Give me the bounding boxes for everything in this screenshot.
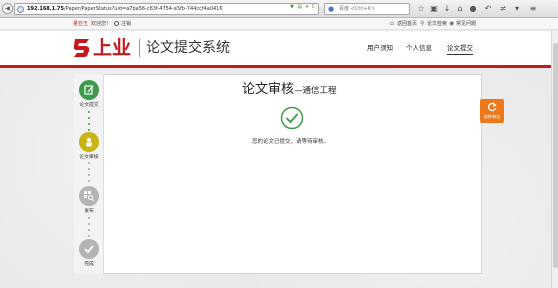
url-host: 192.168.1.75 — [27, 6, 65, 12]
step-complete — [79, 239, 99, 259]
user-topbar: 董亚玉 欢迎您！ 注销 ⌂ 返回首页 ⚲ 论文检索 ◉ 常见问题 — [0, 18, 558, 30]
search-placeholder: 百度 <Ctrl+K> — [339, 6, 376, 12]
select-unit-button[interactable]: 选择单位 — [480, 99, 504, 123]
grid-search-icon — [84, 191, 95, 202]
download-icon[interactable]: ↓ — [442, 3, 452, 14]
logout-link[interactable]: 注销 — [121, 18, 131, 30]
address-tools-icon[interactable]: ▼ ▤ ▾ C — [290, 4, 316, 10]
system-title: 论文提交系统 — [146, 40, 230, 56]
welcome-text: 欢迎您！ — [91, 21, 112, 27]
step-label-review: 论文审核 — [79, 155, 99, 160]
menu-icon[interactable]: ≡ — [528, 3, 538, 14]
logo-icon[interactable] — [73, 38, 91, 58]
scrollbar[interactable] — [551, 31, 558, 288]
site-header: 上业 论文提交系统 用户须知 个人信息 论文提交 — [0, 31, 558, 65]
paper-search-link[interactable]: 论文检索 — [427, 18, 447, 30]
address-bar[interactable]: 192.168.1.75/Paper/PaperStatus?uid=a7ba5… — [14, 3, 319, 15]
user-lock-icon — [86, 137, 92, 147]
check-circle-icon — [280, 106, 304, 130]
nav-paper-submit[interactable]: 论文提交 — [447, 43, 473, 55]
logo-divider — [139, 39, 140, 57]
refresh-icon — [488, 102, 497, 112]
review-title-text: 论文审核 — [242, 82, 295, 97]
step-submit — [79, 80, 99, 100]
dropdown-icon[interactable]: ▾ — [512, 3, 522, 14]
step-label-complete: 完成 — [84, 262, 94, 267]
globe-icon — [17, 6, 24, 13]
home-link[interactable]: 返回首页 — [397, 18, 417, 30]
select-unit-label: 选择单位 — [483, 114, 501, 119]
step-review — [79, 132, 99, 152]
nav-personal-info[interactable]: 个人信息 — [406, 43, 432, 53]
step-connector — [88, 162, 90, 186]
url-path: /Paper/PaperStatus?uid=a7ba56-c63f-4754-… — [64, 6, 223, 12]
step-publish — [79, 186, 99, 206]
browser-toolbar: ◀ 192.168.1.75/Paper/PaperStatus?uid=a7b… — [0, 0, 558, 18]
chat-icon[interactable]: ● — [468, 3, 478, 14]
help-icon: ◉ — [449, 20, 455, 27]
home-icon: ⌂ — [390, 20, 394, 27]
step-label-publish: 发布 — [84, 209, 94, 214]
logo-text: 上业 — [93, 37, 132, 59]
power-icon[interactable] — [114, 21, 119, 26]
step-connector — [88, 217, 90, 241]
page-title: 论文审核—通信工程 — [242, 82, 337, 99]
star-icon[interactable]: ☆ — [416, 3, 426, 14]
search-input[interactable]: ● 百度 <Ctrl+K> — [324, 3, 410, 15]
check-icon — [84, 245, 94, 254]
user-name: 董亚玉 — [73, 21, 89, 27]
back-history-icon[interactable]: ↶ — [483, 3, 493, 14]
back-button[interactable]: ◀ — [2, 3, 13, 14]
faq-link[interactable]: 常见问题 — [456, 18, 476, 30]
nav-user-notice[interactable]: 用户须知 — [367, 43, 393, 53]
main-panel — [74, 74, 482, 274]
search-icon: ⚲ — [420, 20, 425, 27]
scroll-thumb[interactable] — [553, 43, 558, 268]
edit-icon — [84, 85, 94, 95]
major-name: —通信工程 — [294, 86, 337, 96]
step-label-submit: 论文提交 — [79, 103, 99, 108]
baidu-icon: ● — [328, 5, 335, 13]
status-message: 您的论文已提交，请等待审核。 — [252, 139, 330, 145]
progress-steps: 论文提交 论文审核 发布 完成 — [74, 74, 104, 274]
extension-icon[interactable]: ≠ — [498, 3, 508, 14]
home-icon[interactable]: ⌂ — [455, 3, 465, 14]
clipboard-icon[interactable]: ▣ — [429, 3, 439, 14]
